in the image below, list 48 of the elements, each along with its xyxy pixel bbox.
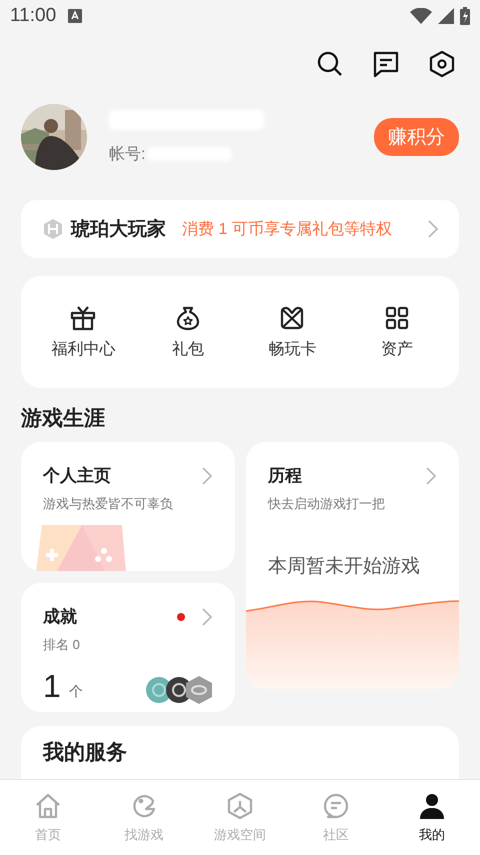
messages-button[interactable] <box>372 50 400 78</box>
chevron-icon <box>201 466 213 486</box>
count-unit: 个 <box>68 683 83 701</box>
shortcut-button[interactable]: 畅玩卡 <box>240 300 344 364</box>
achievements-card[interactable]: 成就 排名 0 1 个 <box>21 583 235 712</box>
nav-tab[interactable]: 我的 <box>384 780 480 855</box>
card-subtitle: 快去启动游戏打一把 <box>268 495 386 513</box>
hexagon-icon <box>226 792 254 820</box>
message-icon <box>372 50 400 78</box>
card-subtitle: 游戏与热爱皆不可辜负 <box>43 495 174 513</box>
wifi-icon <box>410 8 432 24</box>
status-time: 11:00 <box>10 5 56 27</box>
battery-icon <box>460 7 470 25</box>
chevron-icon <box>201 606 213 626</box>
settings-button[interactable] <box>428 50 456 78</box>
keyboard-notification-icon <box>68 9 82 23</box>
settings-icon <box>428 50 456 78</box>
shield-icon <box>43 219 63 239</box>
search-button[interactable] <box>316 50 344 78</box>
account-label: 帐号: <box>109 144 146 164</box>
person-icon <box>418 792 446 820</box>
gift-icon <box>70 304 96 330</box>
card-title: 历程 <box>268 465 302 487</box>
chevron-icon <box>427 219 439 239</box>
history-card[interactable]: 历程 快去启动游戏打一把 本周暂未开始游戏 <box>246 442 459 689</box>
shortcut-button[interactable]: 福利中心 <box>31 300 136 364</box>
search-icon <box>316 50 344 78</box>
section-title: 游戏生涯 <box>21 406 106 432</box>
card-title: 个人主页 <box>43 465 111 487</box>
achievement-count: 1 <box>43 668 61 705</box>
home-icon <box>34 792 62 820</box>
profile-card[interactable]: 个人主页 游戏与热爱皆不可辜负 <box>21 442 235 571</box>
card-title: 成就 <box>43 606 77 628</box>
card-icon <box>279 304 306 330</box>
shortcut-button[interactable]: 礼包 <box>136 300 240 364</box>
badges-drawing <box>145 675 213 705</box>
chevron-icon <box>425 466 437 486</box>
bag-icon <box>174 304 201 330</box>
membership-title: 琥珀大玩家 <box>71 218 166 242</box>
membership-promo: 消费 1 可币享专属礼包等特权 <box>182 220 392 240</box>
chat-icon <box>322 792 350 820</box>
grid-icon <box>384 304 410 330</box>
shortcut-button[interactable]: 资产 <box>344 300 449 364</box>
rank-text: 排名 0 <box>43 636 81 654</box>
signal-icon <box>438 8 454 24</box>
empty-message: 本周暂未开始游戏 <box>268 555 421 579</box>
membership-card[interactable]: 琥珀大玩家 消费 1 可币享专属礼包等特权 <box>21 200 459 258</box>
services-title: 我的服务 <box>43 740 128 766</box>
